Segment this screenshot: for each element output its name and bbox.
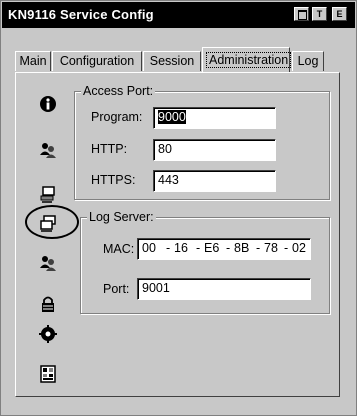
tab-session[interactable]: Session (143, 51, 201, 71)
users-icon[interactable] (39, 141, 57, 159)
mac-address-input[interactable]: 00 - 16 - E6 - 8B - 78 - 02 (137, 238, 311, 260)
close-icon: E (336, 9, 343, 19)
https-port-input[interactable]: 443 (153, 170, 276, 192)
keypad-icon[interactable] (39, 365, 57, 383)
log-server-label: Log Server: (87, 210, 156, 224)
title-bar[interactable]: KN9116 Service Config T E (2, 2, 355, 28)
mac-octet: E6 (204, 241, 220, 255)
mac-octet: 78 (264, 241, 278, 255)
mac-octet: 8B (234, 241, 250, 255)
highlight-circle (25, 205, 79, 239)
lock-icon[interactable] (39, 295, 57, 313)
window-title: KN9116 Service Config (8, 7, 154, 22)
port-label: Port: (103, 282, 130, 296)
log-server-group: Log Server: MAC: 00 - 16 - E6 - 8B - 78 … (80, 210, 330, 314)
program-label: Program: (91, 110, 143, 124)
mac-octet: 16 (174, 241, 188, 255)
tab-configuration[interactable]: Configuration (52, 51, 142, 71)
user-admin-icon[interactable] (39, 254, 57, 272)
tab-main[interactable]: Main (15, 51, 51, 71)
access-port-group: Access Port: Program: 9000 HTTP: 80 HTTP… (74, 84, 330, 200)
log-port-input[interactable]: 9001 (137, 278, 311, 300)
mac-label: MAC: (103, 242, 135, 256)
mac-octet: 00 (142, 241, 156, 255)
pin-button[interactable]: T (312, 7, 327, 21)
pin-icon: T (316, 9, 323, 19)
tab-log[interactable]: Log (292, 51, 324, 71)
restore-button[interactable] (294, 7, 309, 21)
http-label: HTTP: (91, 142, 128, 156)
program-port-input[interactable]: 9000 (153, 107, 276, 129)
tab-administration[interactable]: Administration (202, 47, 292, 73)
mac-octet: 02 (292, 241, 306, 255)
access-port-label: Access Port: (81, 84, 156, 98)
gear-icon[interactable] (39, 325, 57, 343)
http-port-input[interactable]: 80 (153, 139, 276, 161)
https-label: HTTPS: (91, 173, 136, 187)
service-config-window: KN9116 Service Config T E Main Configura… (0, 0, 357, 416)
info-icon[interactable] (39, 95, 57, 113)
computer-icon[interactable] (39, 185, 57, 203)
administration-panel: Access Port: Program: 9000 HTTP: 80 HTTP… (15, 72, 340, 397)
close-button[interactable]: E (332, 7, 347, 21)
restore-icon (298, 10, 307, 20)
